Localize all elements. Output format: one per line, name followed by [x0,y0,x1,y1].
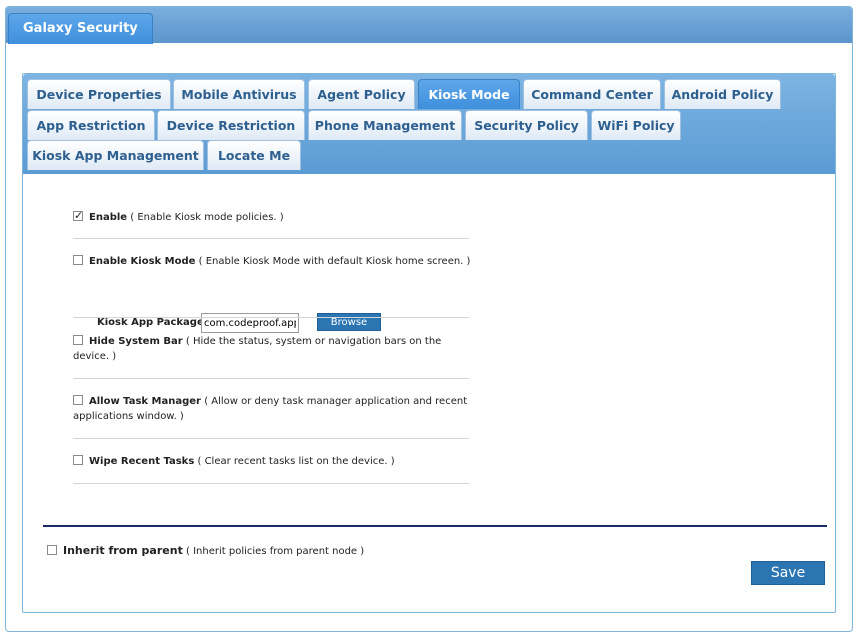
allow-task-manager-label: Allow Task Manager [89,396,201,407]
enable-option: Enable ( Enable Kiosk mode policies. ) [73,208,284,225]
tab-locate-me[interactable]: Locate Me [207,140,301,170]
kiosk-app-package-input[interactable] [201,313,299,333]
tab-command-center[interactable]: Command Center [523,79,661,109]
tab-device-properties[interactable]: Device Properties [27,79,171,109]
separator [73,483,469,484]
tab-wifi-policy[interactable]: WiFi Policy [591,110,681,140]
hide-system-bar-checkbox[interactable] [73,335,83,345]
allow-task-manager-option: Allow Task Manager ( Allow or deny task … [73,394,469,424]
tab-kiosk-mode[interactable]: Kiosk Mode [418,79,520,109]
enable-kiosk-mode-label: Enable Kiosk Mode [89,256,196,267]
separator [73,317,469,318]
wipe-recent-tasks-label: Wipe Recent Tasks [89,456,195,467]
inherit-desc: ( Inherit policies from parent node ) [186,546,365,557]
wipe-recent-tasks-option: Wipe Recent Tasks ( Clear recent tasks l… [73,454,395,469]
allow-task-manager-checkbox[interactable] [73,395,83,405]
main-frame: Galaxy Security Device Properties Mobile… [5,6,853,632]
tab-agent-policy[interactable]: Agent Policy [308,79,415,109]
tab-app-restriction[interactable]: App Restriction [27,110,155,140]
enable-label: Enable [89,212,128,223]
header-bar: Galaxy Security [6,7,852,44]
kiosk-mode-content: Enable ( Enable Kiosk mode policies. ) E… [29,180,829,605]
header-title-tab[interactable]: Galaxy Security [8,13,153,44]
tab-mobile-antivirus[interactable]: Mobile Antivirus [173,79,305,109]
tab-device-restriction[interactable]: Device Restriction [157,110,305,140]
separator [73,238,469,239]
enable-kiosk-mode-checkbox[interactable] [73,255,83,265]
tab-phone-management[interactable]: Phone Management [308,110,462,140]
separator [73,378,469,379]
inherit-label: Inherit from parent [63,544,183,557]
save-button[interactable]: Save [751,561,825,585]
inherit-option: Inherit from parent ( Inherit policies f… [47,544,364,557]
separator [73,438,469,439]
enable-desc: ( Enable Kiosk mode policies. ) [130,212,284,223]
tab-security-policy[interactable]: Security Policy [465,110,588,140]
section-divider [43,525,827,527]
enable-checkbox[interactable] [73,208,83,223]
hide-system-bar-option: Hide System Bar ( Hide the status, syste… [73,334,469,364]
enable-kiosk-mode-desc: ( Enable Kiosk Mode with default Kiosk h… [198,256,471,267]
policy-panel: Device Properties Mobile Antivirus Agent… [22,73,836,613]
browse-button[interactable]: Browse [317,313,381,331]
tab-kiosk-app-management[interactable]: Kiosk App Management [27,140,204,170]
enable-kiosk-mode-option: Enable Kiosk Mode ( Enable Kiosk Mode wi… [73,254,470,269]
hide-system-bar-label: Hide System Bar [89,336,183,347]
wipe-recent-tasks-checkbox[interactable] [73,455,83,465]
tab-android-policy[interactable]: Android Policy [664,79,781,109]
wipe-recent-tasks-desc: ( Clear recent tasks list on the device.… [197,456,395,467]
inherit-checkbox[interactable] [47,545,57,555]
tab-bar: Device Properties Mobile Antivirus Agent… [23,74,835,174]
